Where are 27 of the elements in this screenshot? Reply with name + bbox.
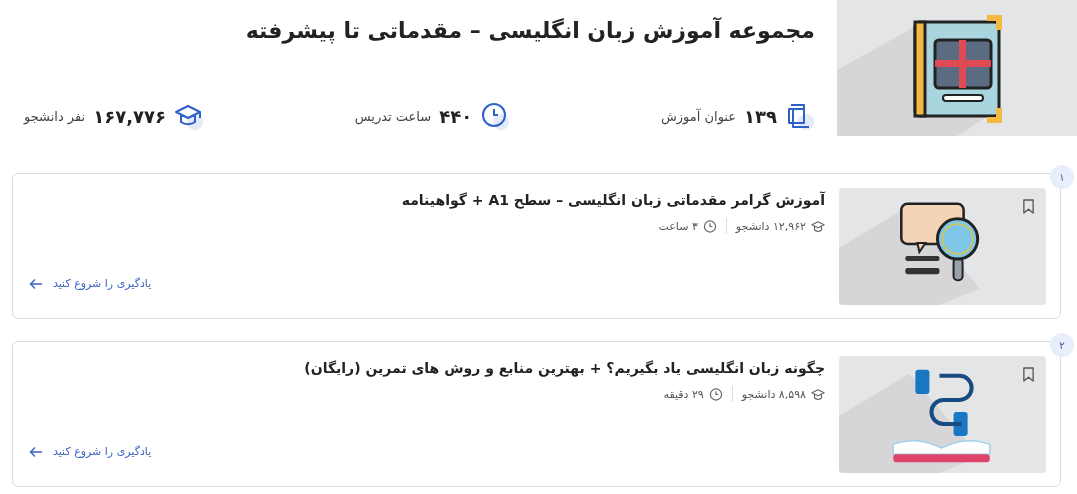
student-count: ۱۲,۹۶۲ دانشجو <box>735 219 806 233</box>
course-title[interactable]: چگونه زبان انگلیسی یاد بگیریم؟ + بهترین منابع و روش های تمرین (رایگان) <box>27 356 825 380</box>
stat-value: ۴۴۰ <box>439 105 473 127</box>
collection-title: مجموعه آموزش زبان انگلیسی – مقدماتی تا پیشرفته <box>244 16 815 46</box>
arrow-left-icon <box>29 445 43 458</box>
stat-value: ۱۳۹ <box>744 105 777 127</box>
bookmark-icon[interactable] <box>1022 367 1035 382</box>
course-title[interactable]: آموزش گرامر مقدماتی زبان انگلیسی – سطح A1 + گواهینامه <box>27 188 825 212</box>
stat-label: عنوان آموزش <box>660 108 737 124</box>
graduation-cap-icon <box>811 219 825 233</box>
course-number: ۱ <box>1050 165 1074 189</box>
student-count: ۸,۵۹۸ دانشجو <box>741 387 806 401</box>
document-stack-icon <box>785 101 815 131</box>
duration: ۲۹ دقیقه <box>663 387 704 401</box>
arrow-left-icon <box>29 277 43 290</box>
duration: ۳ ساعت <box>658 219 698 233</box>
start-learning-link[interactable]: یادگیری را شروع کنید <box>27 277 152 290</box>
stat-label: نفر دانشجو <box>24 108 86 124</box>
stat-label: ساعت تدریس <box>354 108 432 124</box>
bookmark-icon[interactable] <box>1022 199 1035 214</box>
graduation-cap-icon <box>811 387 825 401</box>
clock-icon <box>702 219 717 233</box>
course-number: ۲ <box>1050 333 1074 357</box>
clock-icon <box>708 387 723 401</box>
stat-value: ۱۶۷,۷۷۶ <box>93 105 166 127</box>
clock-icon <box>480 101 511 131</box>
start-learning-link[interactable]: یادگیری را شروع کنید <box>27 445 152 458</box>
